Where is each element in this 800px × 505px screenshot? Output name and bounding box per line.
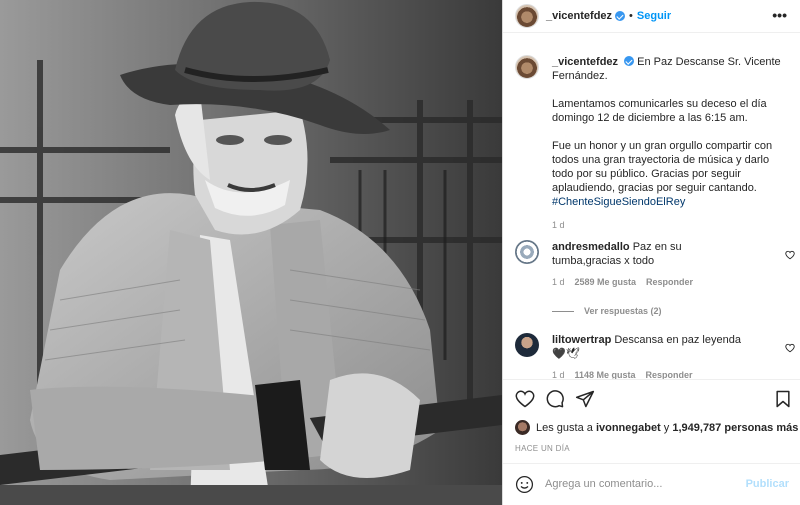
comment-like-icon[interactable]: [785, 250, 795, 260]
more-options-icon[interactable]: •••: [772, 8, 787, 22]
separator-dot: •: [629, 10, 633, 22]
add-comment-bar: Agrega un comentario... Publicar: [503, 463, 800, 505]
comment-item: andresmedallo Paz en su tumba,gracias x …: [515, 240, 795, 287]
add-comment-input[interactable]: Agrega un comentario...: [545, 478, 662, 490]
comment-username[interactable]: liltowertrap: [552, 334, 611, 346]
likes-count[interactable]: 1,949,787 personas más: [672, 422, 798, 434]
verified-icon: [615, 11, 626, 21]
author-username[interactable]: _vicentefdez: [546, 10, 612, 22]
post-actions: [503, 379, 800, 419]
caption-username[interactable]: _vicentefdez: [552, 56, 618, 68]
comment-bubble-icon[interactable]: [545, 389, 565, 409]
comment-reply-button[interactable]: Responder: [646, 370, 693, 379]
comment-avatar[interactable]: [515, 240, 539, 264]
view-replies-button[interactable]: Ver respuestas (2): [552, 306, 662, 316]
comments-scroll-area[interactable]: _vicentefdez En Paz Descanse Sr. Vicente…: [503, 33, 800, 379]
post-photo[interactable]: [0, 0, 502, 505]
caption-time: 1 d: [552, 220, 565, 230]
caption-avatar[interactable]: [515, 55, 539, 79]
caption-paragraph-3: Fue un honor y un gran orgullo compartir…: [552, 140, 773, 194]
comment-likes[interactable]: 1148 Me gusta: [575, 370, 636, 379]
comment-item: liltowertrap Descansa en paz leyenda 🖤🕊 …: [515, 333, 795, 379]
likes-summary: Les gusta a ivonnegabet y 1,949,787 pers…: [515, 420, 798, 435]
follow-button[interactable]: Seguir: [637, 10, 671, 22]
comment-reply-button[interactable]: Responder: [646, 277, 693, 287]
comment-time: 1 d: [552, 277, 565, 287]
comment-avatar[interactable]: [515, 333, 539, 357]
share-paper-plane-icon[interactable]: [575, 389, 595, 409]
view-replies-label: Ver respuestas (2): [584, 306, 662, 316]
likes-middle: y: [663, 421, 670, 434]
photo-image: [0, 0, 502, 505]
save-bookmark-icon[interactable]: [773, 389, 793, 409]
comment-likes[interactable]: 2589 Me gusta: [575, 277, 637, 287]
comment-like-icon[interactable]: [785, 343, 795, 353]
replies-line: [552, 310, 574, 312]
comment-time: 1 d: [552, 370, 565, 379]
caption-paragraph-2: Lamentamos comunicarles su deceso el día…: [552, 98, 767, 124]
like-heart-icon[interactable]: [515, 389, 535, 409]
instagram-post: _vicentefdez • Seguir ••• _vicentefdez E…: [0, 0, 800, 505]
caption-verified-icon: [624, 56, 635, 66]
author-avatar[interactable]: [515, 4, 539, 28]
liker-username[interactable]: ivonnegabet: [596, 422, 661, 434]
caption: _vicentefdez En Paz Descanse Sr. Vicente…: [515, 55, 789, 232]
post-timestamp[interactable]: HACE UN DÍA: [515, 444, 570, 453]
emoji-smiley-icon[interactable]: [515, 475, 534, 494]
publish-button[interactable]: Publicar: [746, 478, 789, 490]
post-header: _vicentefdez • Seguir •••: [503, 0, 800, 33]
comment-username[interactable]: andresmedallo: [552, 241, 630, 253]
post-sidebar: _vicentefdez • Seguir ••• _vicentefdez E…: [502, 0, 800, 505]
liker-avatar[interactable]: [515, 420, 530, 435]
caption-hashtag[interactable]: #ChenteSigueSiendoElRey: [552, 196, 685, 208]
likes-prefix: Les gusta a: [536, 421, 593, 434]
